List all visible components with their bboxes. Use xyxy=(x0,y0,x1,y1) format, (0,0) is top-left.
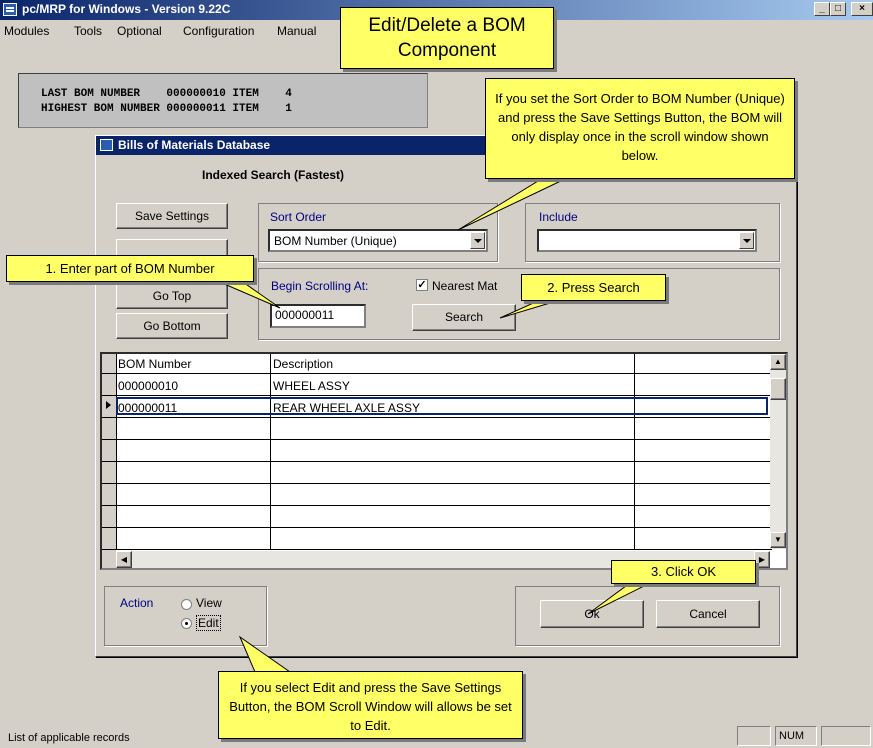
edit-tip-callout: If you select Edit and press the Save Se… xyxy=(218,671,523,739)
step2-callout: 2. Press Search xyxy=(521,274,666,301)
sort-tip-pointer xyxy=(457,177,568,231)
edit-tip-pointer xyxy=(238,635,292,673)
step3-pointer xyxy=(587,582,651,615)
step3-callout: 3. Click OK xyxy=(611,560,756,584)
sort-tip-callout: If you set the Sort Order to BOM Number … xyxy=(485,78,795,179)
heading-callout: Edit/Delete a BOM Component xyxy=(340,7,554,69)
step2-pointer xyxy=(499,299,561,319)
step1-callout: 1. Enter part of BOM Number xyxy=(6,255,254,282)
step1-pointer xyxy=(214,279,281,309)
